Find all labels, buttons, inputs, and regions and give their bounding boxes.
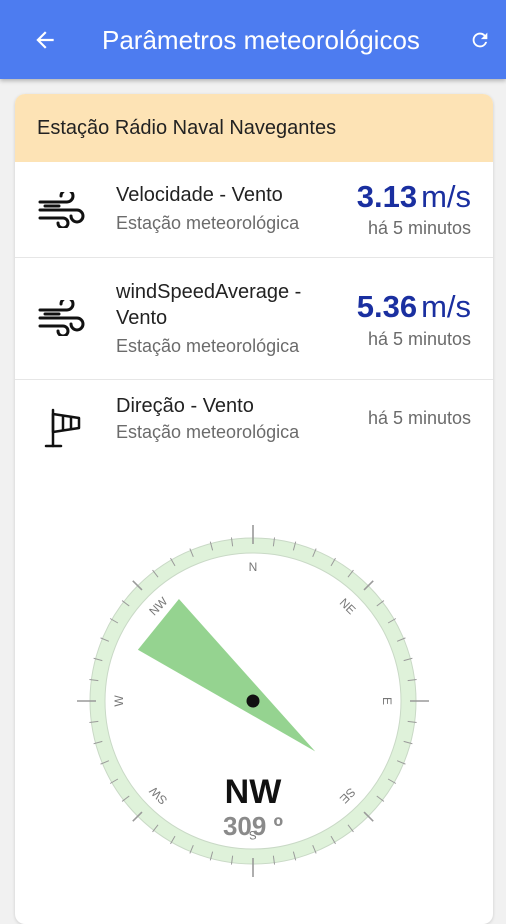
parameter-time: há 5 minutos (367, 329, 471, 349)
wind-degrees-label: 309 º (222, 811, 284, 841)
arrow-left-icon (36, 31, 54, 49)
wind-icon (38, 300, 85, 336)
compass-label-e: E (380, 697, 394, 705)
station-header: Estação Rádio Naval Navegantes (15, 94, 493, 162)
parameter-row-wind-speed-average[interactable]: windSpeedAverage - Vento Estação meteoro… (15, 258, 493, 380)
parameter-name: windSpeedAverage - Vento (116, 281, 302, 329)
parameter-value: 3.13 m/s (357, 179, 471, 215)
parameter-row-wind-speed[interactable]: Velocidade - Vento Estação meteorológica… (15, 162, 493, 258)
page-title: Parâmetros meteorológicos (102, 25, 420, 55)
compass-label-n: N (249, 560, 258, 574)
compass-label-w: W (112, 695, 126, 707)
parameter-source: Estação meteorológica (116, 422, 300, 442)
parameter-source: Estação meteorológica (116, 213, 300, 233)
value-unit: m/s (421, 289, 471, 324)
parameter-time: há 5 minutos (367, 218, 471, 238)
refresh-button[interactable] (466, 26, 494, 54)
parameter-name: Velocidade - Vento (116, 184, 283, 206)
value-unit: m/s (421, 179, 471, 214)
back-button[interactable] (28, 23, 62, 57)
parameter-row-wind-direction[interactable]: Direção - Vento Estação meteorológica há… (15, 380, 493, 475)
station-card: Estação Rádio Naval Navegantes Velocidad… (15, 94, 493, 924)
wind-icon (38, 192, 85, 228)
parameter-name: Direção - Vento (116, 395, 254, 417)
parameter-value: 5.36 m/s (357, 289, 471, 325)
compass-center-dot (246, 694, 260, 708)
parameter-time: há 5 minutos (367, 408, 471, 428)
value-number: 3.13 (356, 179, 418, 214)
wind-compass: N NE E SE S SW W NW NW 309 º (75, 519, 431, 889)
windsock-icon (44, 408, 81, 448)
refresh-icon (472, 32, 488, 48)
parameter-source: Estação meteorológica (116, 336, 300, 356)
wind-direction-label: NW (224, 773, 282, 811)
app-bar: Parâmetros meteorológicos (0, 0, 506, 79)
value-number: 5.36 (356, 289, 418, 324)
station-name: Estação Rádio Naval Navegantes (37, 116, 337, 139)
